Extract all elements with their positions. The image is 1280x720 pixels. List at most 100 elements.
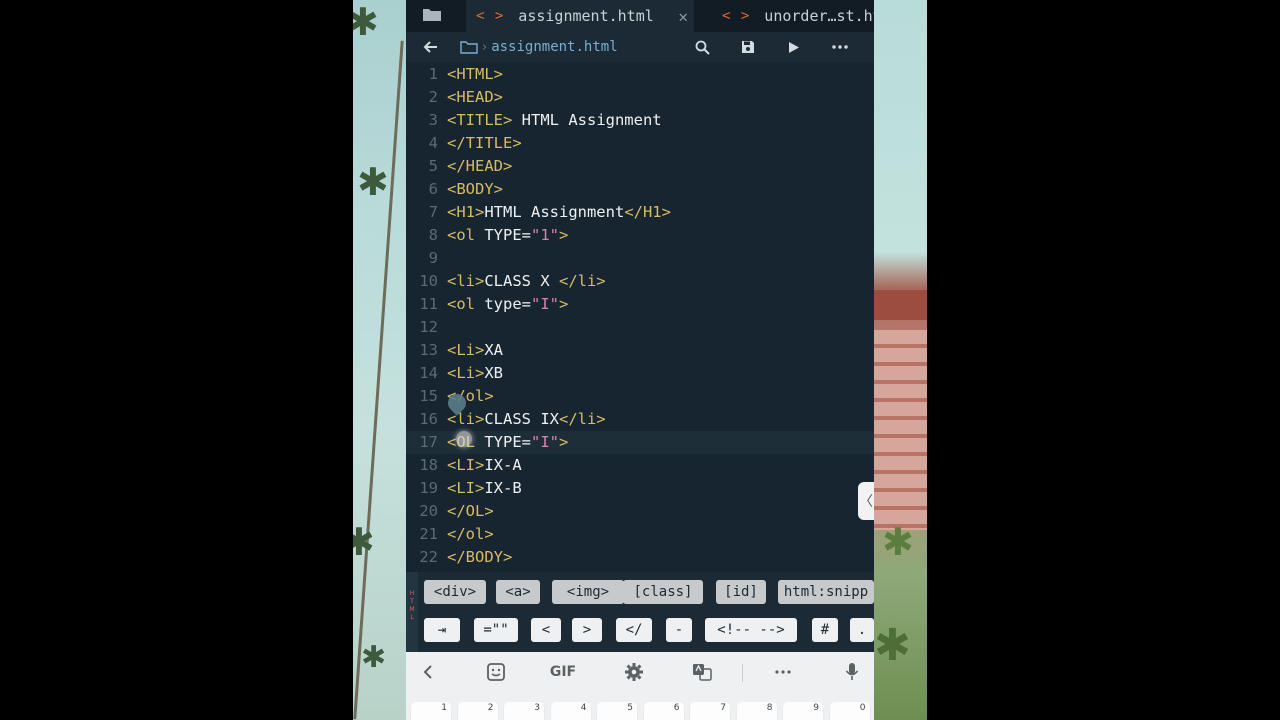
line-code: <Li>XB — [447, 362, 503, 385]
more-icon[interactable] — [770, 652, 796, 692]
chevron-left-icon[interactable] — [416, 652, 438, 692]
save-icon[interactable] — [736, 32, 760, 62]
code-line[interactable]: 11 <ol type="I"> — [406, 293, 874, 316]
more-icon[interactable] — [828, 32, 852, 62]
sticker-icon[interactable] — [484, 652, 508, 692]
line-number: 16 — [419, 410, 438, 428]
code-line[interactable]: 19 <LI>IX-B — [406, 477, 874, 500]
snippet-chip[interactable]: <img> — [552, 580, 624, 604]
translate-icon[interactable] — [690, 652, 714, 692]
building-facade — [874, 330, 927, 530]
code-line[interactable]: 3 <TITLE> HTML Assignment — [406, 109, 874, 132]
line-code: </HEAD> — [447, 155, 512, 178]
keyboard-key[interactable]: 8 — [736, 702, 777, 720]
html-tag-token: </BODY> — [447, 548, 513, 566]
tab-unordered-list-html[interactable]: < > unorder…st.ht — [712, 0, 874, 32]
keyboard-key[interactable]: 0 — [829, 702, 870, 720]
play-icon[interactable] — [782, 32, 806, 62]
html-tag-token: <TITLE> — [447, 111, 513, 129]
code-line[interactable]: 18 <LI>IX-A — [406, 454, 874, 477]
text-token: type= — [475, 295, 531, 313]
snippet-chip[interactable]: <a> — [496, 580, 540, 604]
symbol-chip[interactable]: ⇥ — [424, 618, 460, 642]
close-icon[interactable]: ✕ — [678, 7, 688, 26]
line-code: <LI>IX-B — [447, 477, 522, 500]
code-line[interactable]: 17<OL TYPE="I"> — [406, 431, 874, 454]
mode-strip[interactable]: HTML — [406, 572, 418, 652]
key-number-hint: 9 — [813, 703, 819, 713]
keyboard-key[interactable]: 9 — [783, 702, 823, 720]
string-token: "1" — [531, 226, 559, 244]
back-arrow-icon[interactable] — [418, 32, 442, 62]
line-number: 22 — [419, 548, 438, 566]
line-number: 8 — [428, 226, 438, 244]
key-number-hint: 7 — [720, 703, 726, 713]
line-code: <li>CLASS IX</li> — [447, 408, 606, 431]
code-line[interactable]: 6 <BODY> — [406, 178, 874, 201]
line-code: <BODY> — [447, 178, 503, 201]
gif-icon[interactable]: GIF — [548, 652, 578, 692]
symbol-chip[interactable]: . — [850, 618, 874, 642]
code-line[interactable]: 13 <Li>XA — [406, 339, 874, 362]
keyboard-key[interactable]: 1 — [411, 702, 451, 720]
keyboard-key[interactable]: 4 — [550, 702, 591, 720]
snippet-chip[interactable]: html:snipp — [778, 580, 874, 604]
code-line[interactable]: 10 <li>CLASS X </li> — [406, 270, 874, 293]
code-line[interactable]: 14 <Li>XB — [406, 362, 874, 385]
code-line[interactable]: 9 — [406, 247, 874, 270]
code-line[interactable]: 5 </HEAD> — [406, 155, 874, 178]
code-line[interactable]: 12 — [406, 316, 874, 339]
keyboard-key[interactable]: 3 — [504, 702, 544, 720]
html-tag-token: <HEAD> — [447, 88, 503, 106]
tab-bar: < > assignment.html ✕ < > unorder…st.ht — [406, 0, 874, 32]
line-number: 7 — [428, 203, 438, 221]
line-number: 4 — [428, 134, 438, 152]
code-line[interactable]: 4 </TITLE> — [406, 132, 874, 155]
symbol-chip[interactable]: > — [572, 618, 602, 642]
snippet-chip[interactable]: [class] — [623, 580, 703, 604]
code-line[interactable]: 16 <li>CLASS IX</li> — [406, 408, 874, 431]
code-line[interactable]: 1 <HTML> — [406, 63, 874, 86]
symbol-chip[interactable]: # — [812, 618, 838, 642]
symbol-chip[interactable]: </ — [616, 618, 652, 642]
side-panel-handle[interactable]: 〈 — [858, 482, 874, 520]
keyboard-key[interactable]: 2 — [457, 702, 498, 720]
line-number: 18 — [419, 456, 438, 474]
code-line[interactable]: 22 </BODY> — [406, 546, 874, 569]
symbol-chip[interactable]: < — [531, 618, 561, 642]
snippet-chip[interactable]: [id] — [716, 580, 766, 604]
code-line[interactable]: 8 <ol TYPE="1"> — [406, 224, 874, 247]
mic-icon[interactable] — [842, 652, 862, 692]
symbol-chip[interactable]: - — [666, 618, 692, 642]
line-number: 10 — [419, 272, 438, 290]
html-tag-token: <Li> — [447, 364, 485, 382]
code-line[interactable]: 21 </ol> — [406, 523, 874, 546]
line-number: 13 — [419, 341, 438, 359]
symbol-chip[interactable]: ="" — [474, 618, 518, 642]
code-line[interactable]: 2 <HEAD> — [406, 86, 874, 109]
settings-icon[interactable] — [622, 652, 646, 692]
code-area[interactable]: 1 <HTML> 2 <HEAD> 3 <TITLE> HTML Assignment 4 <… — [406, 62, 874, 572]
keyboard-key[interactable]: 5 — [597, 702, 637, 720]
line-number: 15 — [419, 387, 438, 405]
folder-icon[interactable] — [422, 7, 442, 22]
line-code: </ol> — [447, 523, 494, 546]
breadcrumb[interactable]: › assignment.html — [460, 32, 618, 62]
text-token: TYPE= — [475, 226, 531, 244]
code-line[interactable]: 20 </OL> — [406, 500, 874, 523]
search-icon[interactable] — [690, 32, 714, 62]
plant-icon: ✱ — [874, 620, 911, 671]
snippet-chip[interactable]: <div> — [424, 580, 486, 604]
text-token: CLASS X — [484, 272, 559, 290]
editor-toolbar: › assignment.html — [406, 32, 874, 62]
line-code: </TITLE> — [447, 132, 522, 155]
code-line[interactable]: 15 </ol> — [406, 385, 874, 408]
line-code: <Li>XA — [447, 339, 503, 362]
tab-assignment-html[interactable]: < > assignment.html ✕ — [466, 0, 694, 32]
symbol-chip[interactable]: <!-- --> — [705, 618, 797, 642]
keyboard-key[interactable]: 7 — [690, 702, 730, 720]
code-line[interactable]: 7 <H1>HTML Assignment</H1> — [406, 201, 874, 224]
keyboard-key[interactable]: 6 — [643, 702, 684, 720]
html-tag-token: <LI> — [447, 479, 485, 497]
line-number: 20 — [419, 502, 438, 520]
